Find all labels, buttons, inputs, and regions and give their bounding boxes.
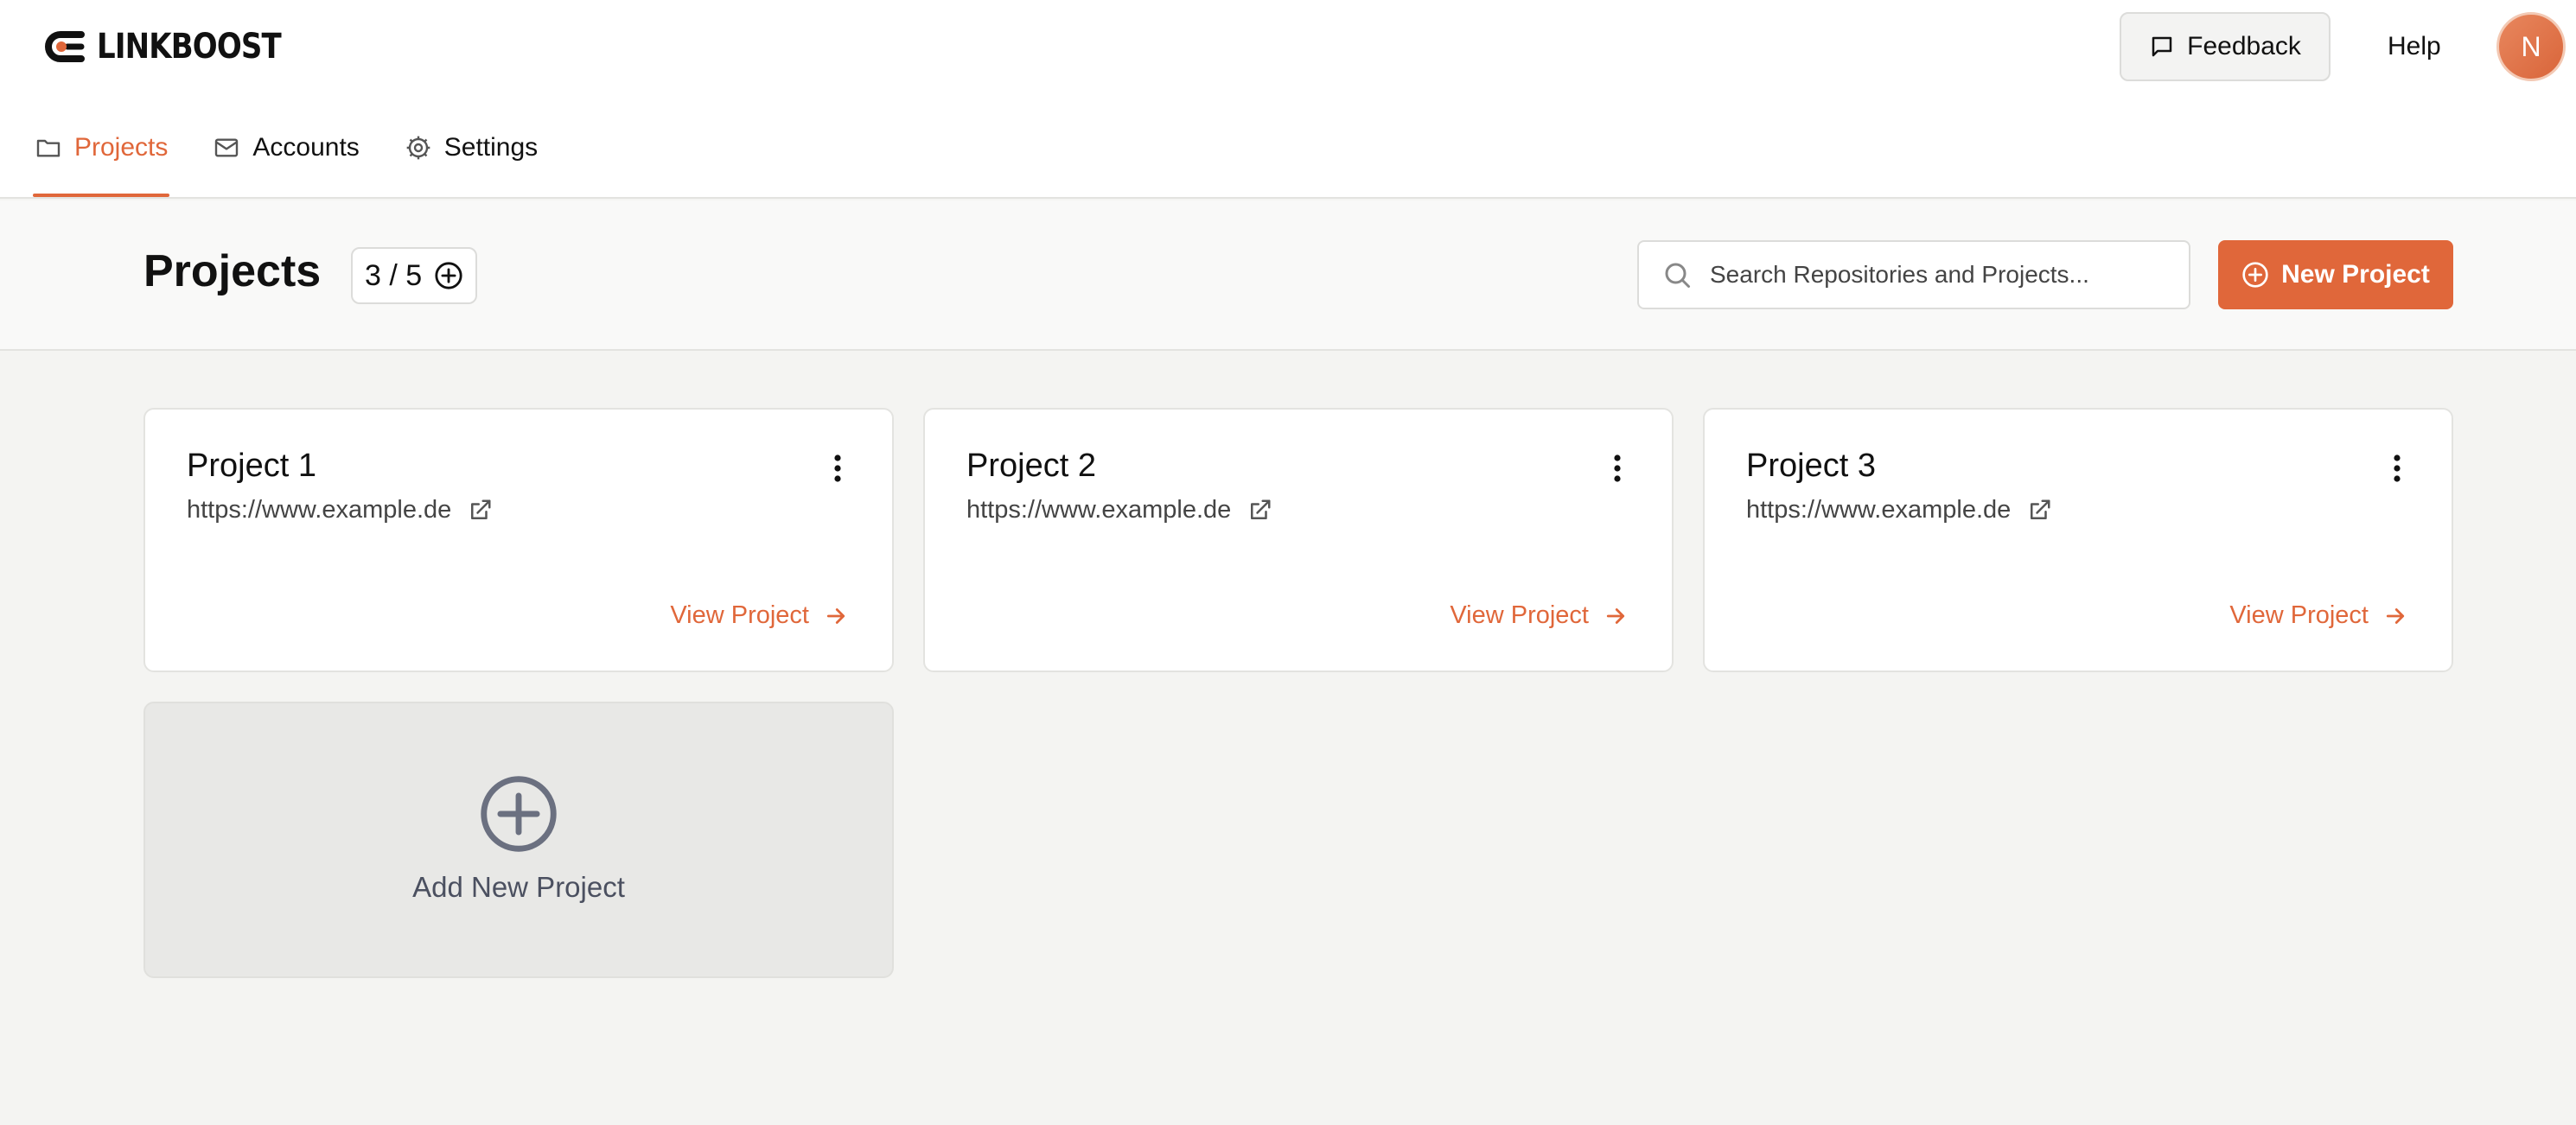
tab-settings-label: Settings	[443, 133, 539, 162]
project-url: https://www.example.de	[187, 496, 493, 524]
project-name: Project 1	[187, 448, 316, 484]
tab-accounts-label: Accounts	[252, 133, 360, 162]
project-url: https://www.example.de	[966, 496, 1272, 524]
more-vertical-icon	[834, 454, 841, 482]
project-count: 3 / 5	[365, 258, 423, 292]
arrow-right-icon	[826, 607, 845, 624]
view-project-label: View Project	[670, 601, 809, 629]
plus-circle-icon	[481, 776, 557, 852]
view-project-link[interactable]: View Project	[670, 601, 849, 630]
help-link[interactable]: Help	[2388, 28, 2441, 66]
add-new-project-label: Add New Project	[412, 871, 625, 903]
avatar-initial: N	[2521, 30, 2541, 62]
project-menu-button[interactable]	[825, 451, 851, 486]
project-menu-button[interactable]	[1604, 451, 1630, 486]
project-card[interactable]: Project 1 https://www.example.de View Pr…	[143, 408, 894, 672]
view-project-label: View Project	[2229, 601, 2369, 629]
view-project-link[interactable]: View Project	[1450, 601, 1629, 630]
tab-settings[interactable]: Settings	[403, 121, 539, 175]
tab-projects[interactable]: Projects	[33, 121, 170, 197]
linkboost-logo-icon	[45, 31, 85, 62]
plus-circle-icon	[2242, 262, 2268, 288]
arrow-right-icon	[1606, 607, 1625, 624]
project-url-text[interactable]: https://www.example.de	[187, 496, 451, 524]
brand-name: LINKBOOST	[97, 27, 282, 67]
project-url: https://www.example.de	[1746, 496, 2052, 524]
more-vertical-icon	[2394, 454, 2401, 482]
folder-icon	[36, 139, 61, 157]
new-project-button[interactable]: New Project	[2218, 240, 2453, 309]
view-project-label: View Project	[1450, 601, 1589, 629]
project-url-text[interactable]: https://www.example.de	[966, 496, 1231, 524]
external-link-icon[interactable]	[1247, 498, 1272, 524]
mail-icon	[215, 138, 239, 157]
project-menu-button[interactable]	[2384, 451, 2410, 486]
main-nav: Projects Accounts Settings	[33, 121, 539, 199]
top-bar: LINKBOOST Feedback Help N Projects Accou…	[0, 0, 2576, 199]
more-vertical-icon	[1614, 454, 1621, 482]
plus-circle-icon[interactable]	[434, 261, 463, 290]
new-project-label: New Project	[2281, 260, 2430, 289]
feedback-button[interactable]: Feedback	[2120, 12, 2331, 81]
brand-logo[interactable]: LINKBOOST	[43, 26, 313, 67]
feedback-label: Feedback	[2187, 32, 2301, 60]
tab-accounts[interactable]: Accounts	[211, 121, 360, 175]
add-new-project-card[interactable]: Add New Project	[143, 702, 894, 978]
project-count-badge: 3 / 5	[351, 247, 478, 304]
project-name: Project 3	[1746, 448, 1876, 484]
project-card[interactable]: Project 2 https://www.example.de View Pr…	[923, 408, 1674, 672]
external-link-icon[interactable]	[467, 498, 493, 524]
search-input[interactable]	[1710, 261, 2177, 289]
tab-projects-label: Projects	[74, 133, 169, 162]
search-icon	[1665, 263, 1690, 288]
page-title: Projects	[143, 246, 322, 296]
gear-icon	[406, 136, 430, 160]
message-square-icon	[2152, 36, 2172, 57]
user-avatar[interactable]: N	[2496, 12, 2566, 81]
project-url-text[interactable]: https://www.example.de	[1746, 496, 2011, 524]
arrow-right-icon	[2386, 607, 2405, 624]
project-card[interactable]: Project 3 https://www.example.de View Pr…	[1703, 408, 2453, 672]
project-name: Project 2	[966, 448, 1096, 484]
search-box[interactable]	[1637, 240, 2190, 309]
page-header: Projects 3 / 5 New Project	[0, 200, 2576, 351]
external-link-icon[interactable]	[2026, 498, 2052, 524]
view-project-link[interactable]: View Project	[2229, 601, 2408, 630]
